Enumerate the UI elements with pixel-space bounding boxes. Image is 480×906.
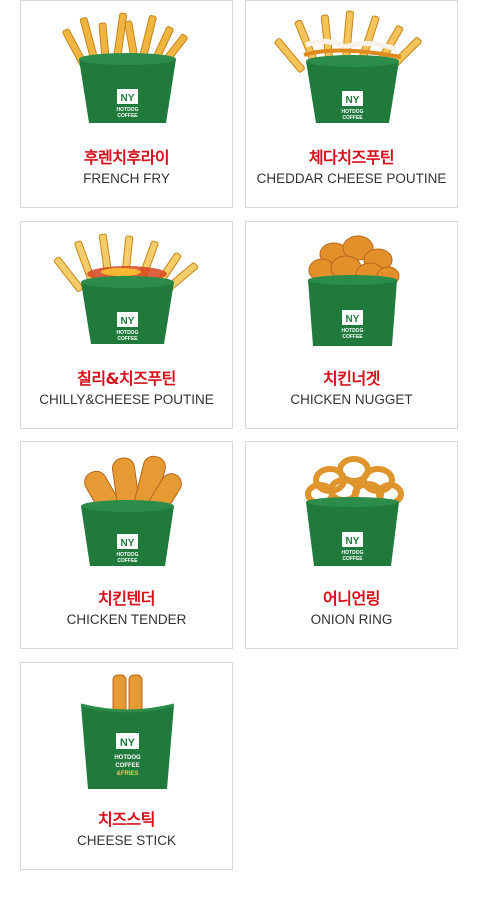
item-name-en: CHEESE STICK — [76, 833, 177, 848]
svg-text:COFFEE: COFFEE — [115, 763, 139, 769]
item-name-en: CHICKEN TENDER — [66, 612, 187, 627]
svg-text:NY: NY — [346, 314, 360, 325]
item-name-ko: 치킨텐더 — [98, 589, 155, 608]
item-name-ko: 후렌치후라이 — [83, 148, 170, 167]
chicken-nugget-cup-icon: NY HOTDOG COFFEE — [308, 235, 400, 346]
item-name-en: CHILLY&CHEESE POUTINE — [39, 392, 214, 407]
item-name-ko: 치즈스틱 — [98, 810, 155, 829]
svg-text:NY: NY — [121, 316, 135, 327]
svg-text:COFFEE: COFFEE — [117, 113, 138, 119]
svg-text:COFFEE: COFFEE — [117, 558, 138, 564]
item-name-ko: 치킨너겟 — [323, 369, 380, 388]
item-name-en: CHEDDAR CHEESE POUTINE — [256, 171, 447, 186]
svg-text:NY: NY — [346, 536, 360, 547]
svg-text:COFFEE: COFFEE — [342, 334, 363, 340]
menu-item-cheddar-cheese-poutine[interactable]: NY HOTDOG COFFEE 체다치즈푸틴 CHEDDAR CHEESE P… — [245, 0, 458, 208]
item-name-ko: 칠리&치즈푸틴 — [77, 369, 176, 388]
menu-item-cheese-stick[interactable]: NY HOTDOG COFFEE &FRIES 치즈스틱 CHEESE STIC… — [20, 662, 233, 870]
french-fry-cup-icon: NY HOTDOG COFFEE — [62, 12, 188, 123]
chilly-poutine-cup-icon: NY HOTDOG COFFEE — [53, 233, 199, 344]
menu-item-onion-ring[interactable]: NY HOTDOG COFFEE 어니언링 ONION RING — [245, 441, 458, 649]
menu-item-chilly-cheese-poutine[interactable]: NY HOTDOG COFFEE 칠리&치즈푸틴 CHILLY&CHEESE P… — [20, 221, 233, 429]
svg-text:HOTDOG: HOTDOG — [114, 755, 141, 761]
item-name-en: ONION RING — [310, 612, 393, 627]
item-name-ko: 어니언링 — [323, 589, 380, 608]
svg-text:NY: NY — [121, 93, 135, 104]
svg-text:&FRIES: &FRIES — [116, 771, 138, 777]
item-name-ko: 체다치즈푸틴 — [308, 148, 395, 167]
svg-text:NY: NY — [120, 737, 136, 749]
svg-text:NY: NY — [346, 95, 360, 106]
item-name-en: FRENCH FRY — [83, 171, 170, 186]
item-name-en: CHICKEN NUGGET — [290, 392, 413, 407]
chicken-tender-cup-icon: NY HOTDOG COFFEE — [81, 455, 182, 566]
onion-ring-cup-icon: NY HOTDOG COFFEE — [305, 456, 404, 566]
cheese-stick-sleeve-icon: NY HOTDOG COFFEE &FRIES — [80, 674, 175, 789]
menu-item-french-fry[interactable]: NY HOTDOG COFFEE 후렌치후라이 FRENCH FRY — [20, 0, 233, 208]
svg-text:COFFEE: COFFEE — [342, 115, 363, 121]
cheddar-poutine-cup-icon: NY HOTDOG COFFEE — [274, 10, 422, 123]
svg-text:COFFEE: COFFEE — [117, 336, 138, 342]
svg-text:NY: NY — [121, 538, 135, 549]
svg-text:COFFEE: COFFEE — [342, 556, 363, 562]
menu-item-chicken-nugget[interactable]: NY HOTDOG COFFEE 치킨너겟 CHICKEN NUGGET — [245, 221, 458, 429]
menu-item-chicken-tender[interactable]: NY HOTDOG COFFEE 치킨텐더 CHICKEN TENDER — [20, 441, 233, 649]
